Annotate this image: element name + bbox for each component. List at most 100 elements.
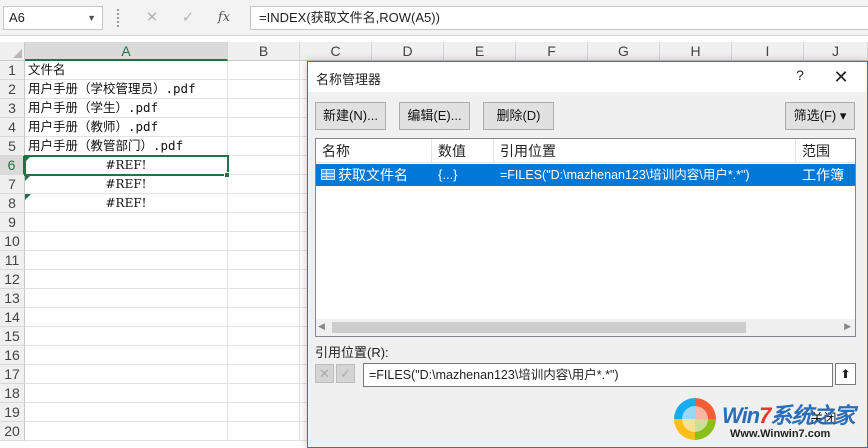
row-header-12[interactable]: 12 bbox=[0, 270, 25, 289]
row-header-2[interactable]: 2 bbox=[0, 80, 25, 99]
column-header-a[interactable]: A bbox=[25, 42, 228, 61]
cell-b11[interactable] bbox=[228, 251, 300, 270]
cell-a17[interactable] bbox=[25, 365, 228, 384]
cell-a4[interactable]: 用户手册（教师）.pdf bbox=[25, 118, 228, 137]
cell-a1[interactable]: 文件名 bbox=[25, 61, 228, 80]
row-header-10[interactable]: 10 bbox=[0, 232, 25, 251]
cell-b20[interactable] bbox=[228, 422, 300, 441]
row-header-4[interactable]: 4 bbox=[0, 118, 25, 137]
row-header-6[interactable]: 6 bbox=[0, 156, 25, 175]
column-header-j[interactable]: J bbox=[804, 42, 868, 61]
column-header-name[interactable]: 名称 bbox=[316, 139, 432, 163]
cell-b19[interactable] bbox=[228, 403, 300, 422]
cell-a13[interactable] bbox=[25, 289, 228, 308]
formula-input[interactable]: =INDEX(获取文件名,ROW(A5)) bbox=[250, 6, 868, 30]
delete-name-button[interactable]: 删除(D) bbox=[483, 102, 554, 130]
cell-b2[interactable] bbox=[228, 80, 300, 99]
row-header-3[interactable]: 3 bbox=[0, 99, 25, 118]
close-icon[interactable]: ✕ bbox=[826, 65, 856, 89]
chevron-down-icon[interactable]: ▼ bbox=[87, 7, 96, 29]
row-header-15[interactable]: 15 bbox=[0, 327, 25, 346]
formula-bar-grip[interactable] bbox=[117, 9, 119, 27]
scroll-right-icon[interactable]: ▶ bbox=[844, 321, 851, 332]
column-header-b[interactable]: B bbox=[228, 42, 300, 61]
cell-a3[interactable]: 用户手册（学生）.pdf bbox=[25, 99, 228, 118]
list-row[interactable]: 获取文件名 {...} =FILES("D:\mazhenan123\培训内容\… bbox=[316, 164, 855, 186]
row-header-5[interactable]: 5 bbox=[0, 137, 25, 156]
row-header-14[interactable]: 14 bbox=[0, 308, 25, 327]
row-header-1[interactable]: 1 bbox=[0, 61, 25, 80]
cell-b15[interactable] bbox=[228, 327, 300, 346]
name-box[interactable]: A6 ▼ bbox=[3, 6, 103, 30]
cell-b10[interactable] bbox=[228, 232, 300, 251]
cell-b13[interactable] bbox=[228, 289, 300, 308]
cell-a12[interactable] bbox=[25, 270, 228, 289]
cell-b4[interactable] bbox=[228, 118, 300, 137]
help-button[interactable]: ? bbox=[789, 67, 811, 87]
column-header-f[interactable]: F bbox=[516, 42, 588, 61]
new-name-button[interactable]: 新建(N)... bbox=[315, 102, 386, 130]
row-header-16[interactable]: 16 bbox=[0, 346, 25, 365]
column-header-value[interactable]: 数值 bbox=[432, 139, 494, 163]
enter-check-icon[interactable]: ✓ bbox=[176, 6, 200, 30]
cell-a7[interactable]: #REF! bbox=[25, 175, 228, 194]
row-header-17[interactable]: 17 bbox=[0, 365, 25, 384]
cancel-edit-icon[interactable]: ✕ bbox=[315, 364, 334, 383]
cell-a6[interactable]: #REF! bbox=[25, 156, 228, 175]
cancel-icon[interactable]: ✕ bbox=[140, 6, 164, 30]
column-header-h[interactable]: H bbox=[660, 42, 732, 61]
row-header-13[interactable]: 13 bbox=[0, 289, 25, 308]
cell-a8[interactable]: #REF! bbox=[25, 194, 228, 213]
cell-b3[interactable] bbox=[228, 99, 300, 118]
cell-b17[interactable] bbox=[228, 365, 300, 384]
cell-a15[interactable] bbox=[25, 327, 228, 346]
row-header-18[interactable]: 18 bbox=[0, 384, 25, 403]
column-header-refers-to[interactable]: 引用位置 bbox=[494, 139, 796, 163]
column-header-g[interactable]: G bbox=[588, 42, 660, 61]
cell-b16[interactable] bbox=[228, 346, 300, 365]
column-header-c[interactable]: C bbox=[300, 42, 372, 61]
row-header-20[interactable]: 20 bbox=[0, 422, 25, 441]
row-header-19[interactable]: 19 bbox=[0, 403, 25, 422]
filter-button[interactable]: 筛选(F) ▾ bbox=[785, 102, 855, 130]
row-header-7[interactable]: 7 bbox=[0, 175, 25, 194]
cell-a2[interactable]: 用户手册（学校管理员）.pdf bbox=[25, 80, 228, 99]
dialog-titlebar[interactable]: 名称管理器 ? ✕ bbox=[308, 62, 867, 92]
cell-a18[interactable] bbox=[25, 384, 228, 403]
cell-b8[interactable] bbox=[228, 194, 300, 213]
row-header-8[interactable]: 8 bbox=[0, 194, 25, 213]
cell-a19[interactable] bbox=[25, 403, 228, 422]
fill-handle[interactable] bbox=[224, 172, 230, 178]
cell-a5[interactable]: 用户手册（教管部门）.pdf bbox=[25, 137, 228, 156]
scrollbar-thumb[interactable] bbox=[332, 322, 746, 333]
column-header-d[interactable]: D bbox=[372, 42, 444, 61]
cell-b1[interactable] bbox=[228, 61, 300, 80]
edit-name-button[interactable]: 编辑(E)... bbox=[399, 102, 470, 130]
scroll-left-icon[interactable]: ◀ bbox=[318, 321, 325, 332]
refers-to-input[interactable]: =FILES("D:\mazhenan123\培训内容\用户*.*") bbox=[363, 363, 833, 387]
insert-function-icon[interactable]: fx bbox=[212, 6, 236, 30]
cell-b18[interactable] bbox=[228, 384, 300, 403]
cell-a14[interactable] bbox=[25, 308, 228, 327]
cell-b5[interactable] bbox=[228, 137, 300, 156]
names-list[interactable]: 名称 数值 引用位置 范围 获取文件名 {...} =FILES("D:\maz… bbox=[315, 138, 856, 337]
cell-b9[interactable] bbox=[228, 213, 300, 232]
cell-a11[interactable] bbox=[25, 251, 228, 270]
column-header-i[interactable]: I bbox=[732, 42, 804, 61]
cell-a10[interactable] bbox=[25, 232, 228, 251]
cell-b6[interactable] bbox=[228, 156, 300, 175]
confirm-edit-icon[interactable]: ✓ bbox=[336, 364, 355, 383]
row-header-11[interactable]: 11 bbox=[0, 251, 25, 270]
cell-b14[interactable] bbox=[228, 308, 300, 327]
row-header-9[interactable]: 9 bbox=[0, 213, 25, 232]
cell-b7[interactable] bbox=[228, 175, 300, 194]
cell-a9[interactable] bbox=[25, 213, 228, 232]
column-header-scope[interactable]: 范围 bbox=[796, 139, 855, 163]
select-all-corner[interactable] bbox=[0, 42, 25, 61]
cell-a20[interactable] bbox=[25, 422, 228, 441]
collapse-dialog-icon[interactable]: ⬆ bbox=[835, 363, 856, 385]
column-header-e[interactable]: E bbox=[444, 42, 516, 61]
cell-b12[interactable] bbox=[228, 270, 300, 289]
horizontal-scrollbar[interactable]: ◀ ▶ bbox=[316, 319, 855, 336]
cell-a16[interactable] bbox=[25, 346, 228, 365]
